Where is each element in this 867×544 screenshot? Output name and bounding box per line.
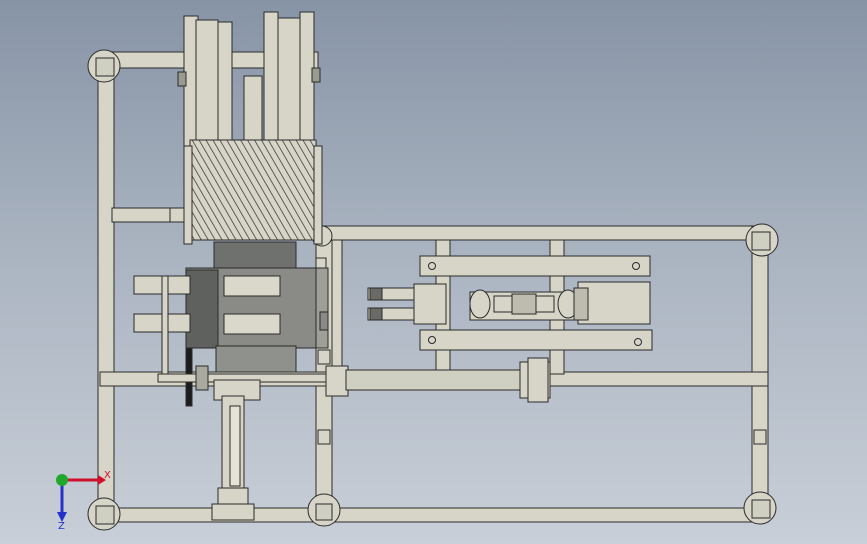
- jaw-tip-upper: [369, 287, 383, 301]
- x-axis-label: X: [104, 470, 111, 481]
- slide-bolt: [428, 336, 436, 344]
- frame-bottom-rail: [99, 507, 767, 523]
- guide-rod-stub: [161, 275, 169, 377]
- foot-top-right-block: [751, 231, 771, 251]
- carriage-right-cap: [315, 267, 329, 349]
- foot-bottom-middle-block: [315, 503, 333, 521]
- finger-clip: [311, 67, 321, 83]
- vertical-cylinder: [211, 379, 261, 521]
- right-mount-block: [573, 287, 589, 321]
- cad-viewport[interactable]: [0, 0, 867, 544]
- vcyl-rod: [229, 405, 241, 487]
- foot-top-left-block: [95, 57, 115, 77]
- clamp-side-right: [313, 145, 323, 245]
- vcyl-foot-plate: [211, 503, 255, 521]
- frame-aux-post: [331, 239, 343, 375]
- right-gripper-assembly: [367, 255, 653, 351]
- finger-plate: [277, 17, 301, 147]
- carriage-dark-face: [185, 269, 219, 349]
- slide-bar-top: [419, 255, 651, 277]
- slide-bolt: [634, 338, 642, 346]
- jaw-body: [413, 283, 447, 325]
- roller-left: [469, 289, 491, 319]
- finger-plate: [243, 75, 263, 147]
- finger-plate: [263, 11, 279, 147]
- bracket: [169, 207, 185, 223]
- bracket: [753, 429, 767, 445]
- rod-clamp: [195, 365, 209, 391]
- hatched-clamp-block: [189, 139, 317, 241]
- z-axis-label: Z: [58, 521, 65, 530]
- slide-bar-bottom: [419, 329, 653, 351]
- jaw-tip-lower: [369, 307, 383, 321]
- cylinder-end-cap-left: [325, 365, 349, 397]
- right-mount-plate: [577, 281, 651, 325]
- cylinder-barrel: [345, 369, 525, 391]
- bracket: [317, 429, 331, 445]
- roller-hub: [511, 293, 537, 315]
- coordinate-triad: X Z: [56, 470, 111, 530]
- clamp-side-left: [183, 145, 193, 245]
- finger-plate: [195, 19, 219, 147]
- foot-bottom-right-block: [751, 499, 771, 519]
- slide-bolt: [632, 262, 640, 270]
- y-axis-point: [56, 474, 68, 486]
- bracket: [317, 349, 331, 365]
- cylinder-mount: [527, 357, 549, 403]
- slide-bolt: [428, 262, 436, 270]
- frame-left-rail: [97, 51, 115, 523]
- finger-plate: [217, 21, 233, 147]
- vcyl-bottom-cap: [217, 487, 249, 505]
- carriage-pad: [319, 311, 329, 331]
- carriage-window-top: [223, 275, 281, 297]
- gripper-fingers: [177, 11, 321, 147]
- carriage-window-bottom: [223, 313, 281, 335]
- carriage-lower-plate: [215, 345, 297, 373]
- finger-clip: [177, 71, 187, 87]
- frame-right-top-rail: [315, 225, 769, 241]
